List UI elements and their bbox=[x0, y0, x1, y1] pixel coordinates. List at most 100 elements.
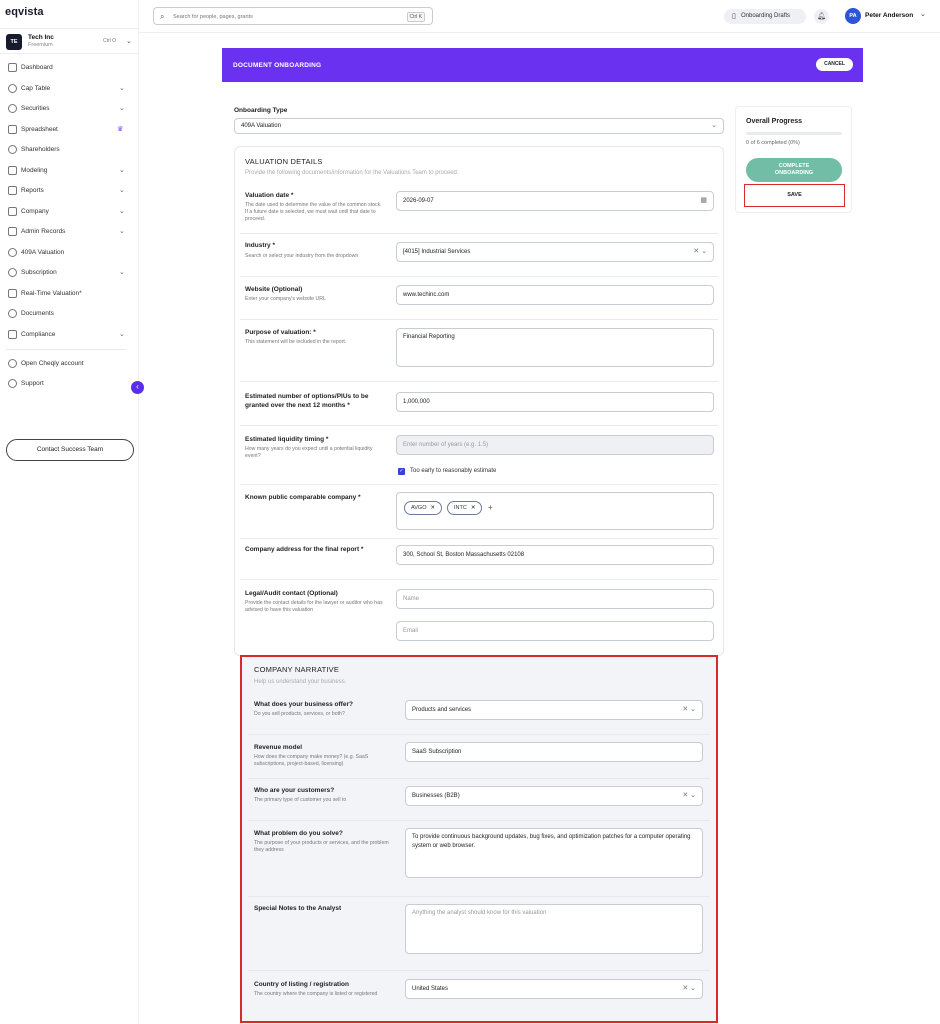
options-label-line1: Estimated number of options/PIUs to be bbox=[245, 393, 369, 400]
sidebar-item-label: Documents bbox=[21, 310, 54, 317]
remove-chip-icon[interactable]: ✕ bbox=[471, 505, 476, 511]
onboarding-type-select[interactable]: 409A Valuation ⌄ bbox=[234, 118, 724, 134]
cancel-button[interactable]: CANCEL bbox=[816, 58, 853, 71]
securities-icon bbox=[8, 104, 17, 113]
sidebar-item-label: Admin Records bbox=[21, 228, 66, 235]
sidebar-item-label: Open Cheqly account bbox=[21, 360, 84, 367]
purpose-textarea[interactable]: Financial Reporting bbox=[396, 328, 714, 367]
row-divider bbox=[240, 276, 718, 277]
complete-onboarding-line1: COMPLETE bbox=[778, 163, 810, 169]
clear-chevron-icon[interactable]: ✕ ⌄ bbox=[682, 980, 696, 998]
shield-icon bbox=[8, 248, 17, 257]
grid-icon bbox=[8, 63, 17, 72]
sidebar-item-documents[interactable]: Documents bbox=[0, 306, 139, 322]
complete-onboarding-line2: ONBOARDING bbox=[774, 170, 814, 176]
industry-label: Industry * bbox=[245, 242, 275, 249]
comparable-input[interactable]: AVGO ✕ INTC ✕ + bbox=[396, 492, 714, 530]
clear-chevron-icon[interactable]: ✕ ⌄ bbox=[682, 787, 696, 805]
row-divider bbox=[248, 820, 710, 821]
contact-success-team-button[interactable]: Contact Success Team bbox=[6, 439, 134, 461]
page-title: DOCUMENT ONBOARDING bbox=[233, 62, 322, 69]
industry-select[interactable]: [4015] Industrial Services ✕ ⌄ bbox=[396, 242, 714, 262]
valuation-date-input[interactable]: 2026-09-07 ▦ bbox=[396, 191, 714, 211]
chevron-down-icon: ⌄ bbox=[119, 105, 125, 112]
country-select[interactable]: United States ✕ ⌄ bbox=[405, 979, 703, 999]
collapse-sidebar-button[interactable]: ‹ bbox=[131, 381, 144, 394]
address-input[interactable]: 300, School St, Boston Massachusetts 021… bbox=[396, 545, 714, 565]
sidebar-item-409a-valuation[interactable]: 409A Valuation bbox=[0, 245, 139, 261]
sidebar-item-securities[interactable]: Securities ⌄ bbox=[0, 101, 139, 117]
options-input[interactable]: 1,000,000 bbox=[396, 392, 714, 412]
sidebar-item-admin-records[interactable]: Admin Records ⌄ bbox=[0, 224, 139, 240]
pie-icon bbox=[8, 84, 17, 93]
sidebar-item-modeling[interactable]: Modeling ⌄ bbox=[0, 163, 139, 179]
sidebar-item-subscription[interactable]: Subscription ⌄ bbox=[0, 265, 139, 281]
notes-textarea[interactable]: Anything the analyst should know for thi… bbox=[405, 904, 703, 954]
sidebar-item-compliance[interactable]: Compliance ⌄ bbox=[0, 327, 139, 343]
remove-chip-icon[interactable]: ✕ bbox=[431, 505, 436, 511]
sidebar-item-support[interactable]: Support bbox=[0, 376, 139, 392]
sidebar-item-company[interactable]: Company ⌄ bbox=[0, 204, 139, 220]
sidebar-item-label: Cap Table bbox=[21, 85, 51, 92]
document-icon: ▯ bbox=[732, 13, 736, 20]
liquidity-label: Estimated liquidity timing * bbox=[245, 436, 329, 443]
modeling-icon bbox=[8, 166, 17, 175]
sidebar-item-dashboard[interactable]: Dashboard bbox=[0, 60, 139, 76]
revenue-hint: How does the company make money? (e.g. S… bbox=[254, 754, 369, 767]
problem-label: What problem do you solve? bbox=[254, 830, 343, 837]
chevron-down-icon: ⌄ bbox=[126, 38, 132, 45]
legal-name-input[interactable]: Name bbox=[396, 589, 714, 609]
liquidity-placeholder: Enter number of years (e.g. 1.5) bbox=[403, 442, 489, 448]
legal-email-placeholder: Email bbox=[403, 628, 419, 634]
chip-intc[interactable]: INTC ✕ bbox=[447, 501, 483, 515]
sidebar-item-real-time-valuation[interactable]: Real-Time Valuation* bbox=[0, 286, 139, 302]
sidebar-item-shareholders[interactable]: Shareholders bbox=[0, 142, 139, 158]
clear-chevron-icon[interactable]: ✕ ⌄ bbox=[693, 243, 707, 261]
sidebar-item-label: Spreadsheet bbox=[21, 126, 58, 133]
problem-textarea[interactable]: To provide continuous background updates… bbox=[405, 828, 703, 878]
chip-avgo[interactable]: AVGO ✕ bbox=[404, 501, 443, 515]
company-switcher[interactable]: TE Tech Inc Freemium Ctrl O ⌄ bbox=[0, 28, 139, 54]
revenue-input[interactable]: SaaS Subscription bbox=[405, 742, 703, 762]
progress-bar bbox=[746, 132, 842, 135]
chevron-down-icon: ⌄ bbox=[711, 122, 717, 129]
user-name[interactable]: Peter Anderson bbox=[865, 12, 913, 19]
company-narrative-title: COMPANY NARRATIVE bbox=[254, 665, 340, 674]
too-early-label: Too early to reasonably estimate bbox=[410, 468, 497, 474]
calendar-icon[interactable]: ▦ bbox=[700, 192, 707, 210]
liquidity-input[interactable]: Enter number of years (e.g. 1.5) bbox=[396, 435, 714, 455]
offer-label: What does your business offer? bbox=[254, 701, 353, 708]
sidebar-item-reports[interactable]: Reports ⌄ bbox=[0, 183, 139, 199]
search-icon: ⌕ bbox=[160, 12, 165, 21]
row-divider bbox=[240, 319, 718, 320]
row-divider bbox=[240, 233, 718, 234]
chevron-down-icon: ⌄ bbox=[119, 187, 125, 194]
save-button[interactable]: SAVE bbox=[744, 184, 845, 207]
valuation-date-hint: The date used to determine the value of … bbox=[245, 202, 382, 222]
notifications-button[interactable]: 🔔︎ bbox=[814, 9, 829, 24]
add-chip-icon[interactable]: + bbox=[488, 501, 493, 515]
top-bar: ⌕ Ctrl K ▯ Onboarding Drafts 🔔︎ PA Peter… bbox=[139, 0, 940, 33]
website-input[interactable]: www.techinc.com bbox=[396, 285, 714, 305]
global-search[interactable]: ⌕ Ctrl K bbox=[153, 7, 433, 25]
app-logo[interactable]: eqvista bbox=[5, 6, 44, 18]
onboarding-drafts-button[interactable]: ▯ Onboarding Drafts bbox=[724, 9, 806, 24]
onboarding-type-value: 409A Valuation bbox=[241, 123, 281, 129]
offer-select[interactable]: Products and services ✕ ⌄ bbox=[405, 700, 703, 720]
sidebar-item-open-cheqly[interactable]: Open Cheqly account bbox=[0, 356, 139, 372]
company-name: Tech Inc bbox=[28, 34, 54, 41]
clear-chevron-icon[interactable]: ✕ ⌄ bbox=[682, 701, 696, 719]
complete-onboarding-button[interactable]: COMPLETE ONBOARDING bbox=[746, 158, 842, 182]
chevron-down-icon[interactable]: ⌄ bbox=[920, 10, 926, 18]
too-early-checkbox[interactable]: ✓ bbox=[398, 468, 405, 475]
purpose-value: Financial Reporting bbox=[403, 334, 455, 340]
options-label: Estimated number of options/PIUs to be g… bbox=[245, 393, 369, 409]
sidebar-item-cap-table[interactable]: Cap Table ⌄ bbox=[0, 81, 139, 97]
customers-select[interactable]: Businesses (B2B) ✕ ⌄ bbox=[405, 786, 703, 806]
valuation-date-value: 2026-09-07 bbox=[403, 198, 434, 204]
search-input[interactable] bbox=[173, 11, 383, 22]
legal-email-input[interactable]: Email bbox=[396, 621, 714, 641]
user-avatar[interactable]: PA bbox=[845, 8, 861, 24]
options-value: 1,000,000 bbox=[403, 399, 430, 405]
sidebar-item-spreadsheet[interactable]: Spreadsheet ♛ bbox=[0, 122, 139, 138]
